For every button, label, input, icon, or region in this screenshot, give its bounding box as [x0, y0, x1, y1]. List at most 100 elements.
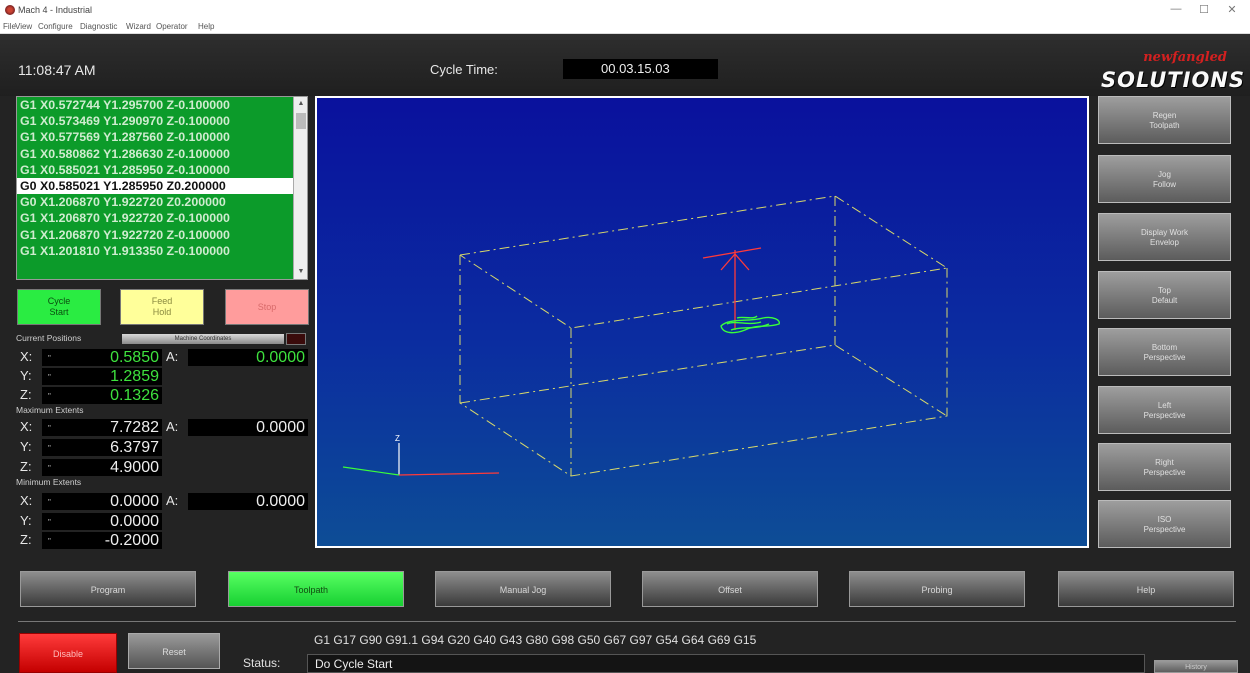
window-title: Mach 4 - Industrial	[18, 5, 93, 15]
dro-max-z-value: 4.9000	[110, 459, 159, 476]
gcode-line[interactable]: G1 X1.206870 Y1.922720 Z-0.100000	[17, 210, 307, 226]
dro-min-x: " 0.0000	[42, 493, 162, 510]
display-work-envelop-label: Display Work Envelop	[1141, 228, 1188, 247]
axis-label-a: A:	[166, 419, 179, 434]
axis-label-a: A:	[166, 493, 179, 508]
reset-button[interactable]: Reset	[128, 633, 220, 669]
left-perspective-button[interactable]: Left Perspective	[1098, 386, 1231, 434]
dro-current-y-value: 1.2859	[110, 368, 159, 385]
cycle-time-label: Cycle Time:	[430, 62, 498, 77]
tab-help[interactable]: Help	[1058, 571, 1234, 607]
clock: 11:08:47 AM	[18, 62, 96, 78]
menu-view[interactable]: View	[15, 22, 32, 31]
right-perspective-button[interactable]: Right Perspective	[1098, 443, 1231, 491]
display-work-envelop-button[interactable]: Display Work Envelop	[1098, 213, 1231, 261]
gcode-line[interactable]: G1 X1.201810 Y1.913350 Z-0.100000	[17, 243, 307, 259]
dro-tick: "	[48, 464, 51, 473]
app-icon	[5, 5, 15, 15]
dro-tick: "	[48, 392, 51, 401]
axis-label-y: Y:	[20, 513, 32, 528]
scroll-up-icon[interactable]: ▲	[294, 97, 307, 111]
current-positions-caption: Current Positions	[16, 333, 82, 343]
cycle-start-button[interactable]: Cycle Start	[17, 289, 101, 325]
menu-diagnostic[interactable]: Diagnostic	[80, 22, 117, 31]
mach4-window: Mach 4 - Industrial — ☐ ✕ File View Conf…	[0, 0, 1250, 673]
dro-min-a: 0.0000	[188, 493, 308, 510]
close-button[interactable]: ✕	[1218, 3, 1246, 17]
dro-tick: "	[48, 444, 51, 453]
dro-current-x[interactable]: " 0.5850	[42, 349, 162, 366]
axis-label-x: X:	[20, 349, 33, 364]
maximize-button[interactable]: ☐	[1190, 3, 1218, 17]
toolpath-viewport[interactable]: Z	[315, 96, 1089, 548]
dro-tick: "	[48, 518, 51, 527]
dro-current-y[interactable]: " 1.2859	[42, 368, 162, 385]
menu-operator[interactable]: Operator	[156, 22, 188, 31]
dro-tick: "	[48, 537, 51, 546]
dro-current-z[interactable]: " 0.1326	[42, 387, 162, 404]
active-modal-codes: G1 G17 G90 G91.1 G94 G20 G40 G43 G80 G98…	[314, 633, 757, 647]
dro-max-z: " 4.9000	[42, 459, 162, 476]
dro-tick: "	[48, 354, 51, 363]
menu-help[interactable]: Help	[198, 22, 214, 31]
disable-button[interactable]: Disable	[19, 633, 117, 673]
axis-label-z: Z:	[20, 532, 32, 547]
gcode-scrollbar[interactable]: ▲ ▼	[293, 97, 307, 279]
dro-current-a[interactable]: 0.0000	[188, 349, 308, 366]
gcode-line[interactable]: G0 X1.206870 Y1.922720 Z0.200000	[17, 194, 307, 210]
gcode-line[interactable]: G1 X0.585021 Y1.285950 Z-0.100000	[17, 162, 307, 178]
gcode-line[interactable]: G1 X0.572744 Y1.295700 Z-0.100000	[17, 97, 307, 113]
scroll-thumb[interactable]	[296, 113, 306, 129]
origin-axes-gizmo	[342, 443, 500, 476]
dro-max-x: " 7.7282	[42, 419, 162, 436]
bottom-perspective-button[interactable]: Bottom Perspective	[1098, 328, 1231, 376]
dro-current-z-value: 0.1326	[110, 387, 159, 404]
machine-coordinates-button[interactable]: Machine Coordinates	[122, 334, 284, 344]
dro-max-x-value: 7.7282	[110, 419, 159, 436]
gcode-line[interactable]: G1 X0.577569 Y1.287560 Z-0.100000	[17, 129, 307, 145]
maximum-extents-caption: Maximum Extents	[16, 405, 84, 415]
gcode-line[interactable]: G1 X0.580862 Y1.286630 Z-0.100000	[17, 146, 307, 162]
dro-min-z-value: -0.2000	[104, 532, 159, 549]
gcode-listing[interactable]: G1 X0.572744 Y1.295700 Z-0.100000 G1 X0.…	[16, 96, 308, 280]
toolpath-scene: Z	[342, 195, 949, 477]
logo-line-1: newfangled	[1143, 50, 1227, 65]
tab-offset[interactable]: Offset	[642, 571, 818, 607]
minimize-button[interactable]: —	[1162, 3, 1190, 17]
scroll-down-icon[interactable]: ▼	[294, 265, 307, 279]
dro-min-z: " -0.2000	[42, 532, 162, 549]
menu-wizard[interactable]: Wizard	[126, 22, 151, 31]
stop-button[interactable]: Stop	[225, 289, 309, 325]
axis-label-x: X:	[20, 419, 33, 434]
dro-min-x-value: 0.0000	[110, 493, 159, 510]
tab-toolpath[interactable]: Toolpath	[228, 571, 404, 607]
feed-hold-label: Feed Hold	[151, 296, 173, 317]
iso-perspective-label: ISO Perspective	[1143, 515, 1186, 534]
gcode-line-current[interactable]: G0 X0.585021 Y1.285950 Z0.200000	[17, 177, 307, 195]
status-message: Do Cycle Start	[307, 654, 1145, 673]
dro-min-y: " 0.0000	[42, 513, 162, 530]
feed-hold-button[interactable]: Feed Hold	[120, 289, 204, 325]
menu-file[interactable]: File	[3, 22, 16, 31]
history-button[interactable]: History	[1154, 660, 1238, 673]
axis-label-z: Z:	[20, 459, 32, 474]
jog-follow-button[interactable]: Jog Follow	[1098, 155, 1231, 203]
tab-program[interactable]: Program	[20, 571, 196, 607]
axis-label-y: Y:	[20, 368, 32, 383]
dro-current-x-value: 0.5850	[110, 349, 159, 366]
top-default-button[interactable]: Top Default	[1098, 271, 1231, 319]
tab-manual-jog[interactable]: Manual Jog	[435, 571, 611, 607]
iso-perspective-button[interactable]: ISO Perspective	[1098, 500, 1231, 548]
regen-toolpath-button[interactable]: Regen Toolpath	[1098, 96, 1231, 144]
axis-label-z: Z:	[20, 387, 32, 402]
gcode-line[interactable]: G1 X1.206870 Y1.922720 Z-0.100000	[17, 227, 307, 243]
tab-probing[interactable]: Probing	[849, 571, 1025, 607]
title-bar: Mach 4 - Industrial — ☐ ✕	[0, 0, 1250, 20]
menu-configure[interactable]: Configure	[38, 22, 73, 31]
gcode-line[interactable]: G1 X0.573469 Y1.290970 Z-0.100000	[17, 113, 307, 129]
dro-tick: "	[48, 373, 51, 382]
dro-max-a: 0.0000	[188, 419, 308, 436]
cycle-time-value: 00.03.15.03	[563, 59, 718, 79]
menu-bar: File View Configure Diagnostic Wizard Op…	[0, 20, 1250, 34]
dro-tick: "	[48, 424, 51, 433]
